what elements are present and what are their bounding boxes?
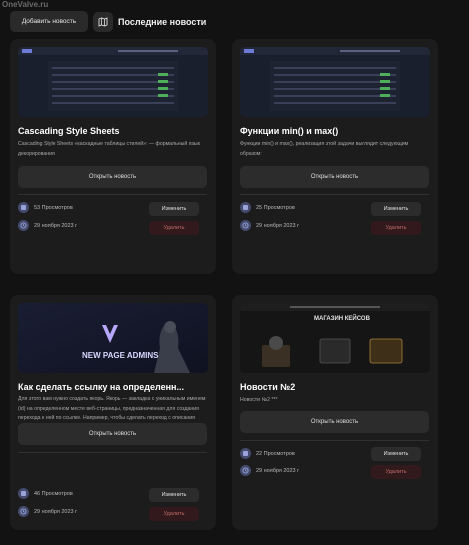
news-date: 29 ноября 2023 г (256, 222, 300, 229)
views-count: 53 Просмотров (34, 204, 73, 211)
clock-icon (18, 220, 29, 231)
divider (18, 452, 207, 453)
delete-button[interactable]: Удалить (371, 465, 421, 479)
news-thumbnail: МАГАЗИН КЕЙСОВ (240, 303, 430, 373)
news-date: 29 ноября 2023 г (256, 467, 300, 474)
news-title: Функции min() и max() (240, 126, 339, 136)
date-stat: 29 ноября 2023 г (18, 220, 77, 231)
add-news-button[interactable]: Добавить новость (10, 11, 88, 32)
delete-button[interactable]: Удалить (149, 507, 199, 521)
news-description: Функции min() и max(), реализация этой з… (240, 141, 409, 157)
open-news-button[interactable]: Открыть новость (240, 411, 429, 433)
date-stat: 29 ноября 2023 г (18, 506, 77, 517)
eye-icon (18, 488, 29, 499)
edit-button[interactable]: Изменить (149, 202, 199, 216)
news-card: МАГАЗИН КЕЙСОВ Новости №2 Новости №2 ***… (232, 295, 438, 530)
eye-icon (240, 202, 251, 213)
top-toolbar: Добавить новость Последние новости (10, 11, 206, 32)
news-description: Новости №2 *** (240, 397, 278, 403)
views-stat: 53 Просмотров (18, 202, 73, 213)
views-count: 22 Просмотров (256, 450, 295, 457)
open-news-button[interactable]: Открыть новость (240, 166, 429, 188)
date-stat: 29 ноября 2023 г (240, 220, 299, 231)
views-count: 25 Просмотров (256, 204, 295, 211)
news-date: 29 ноября 2023 г (34, 508, 78, 515)
divider (240, 194, 429, 195)
map-icon (98, 16, 108, 27)
edit-button[interactable]: Изменить (149, 488, 199, 502)
views-stat: 46 Просмотров (18, 488, 73, 499)
views-stat: 25 Просмотров (240, 202, 295, 213)
section-title: Последние новости (118, 16, 207, 27)
news-thumbnail (18, 47, 208, 117)
views-count: 46 Просмотров (34, 490, 73, 497)
news-title: Новости №2 (240, 382, 296, 392)
edit-button[interactable]: Изменить (371, 447, 421, 461)
divider (240, 440, 429, 441)
news-thumbnail (240, 47, 430, 117)
open-news-button[interactable]: Открыть новость (18, 166, 207, 188)
news-card: Cascading Style Sheets Cascading Style S… (10, 39, 216, 274)
delete-button[interactable]: Удалить (371, 221, 421, 235)
news-description: Cascading Style Sheets «каскадные таблиц… (18, 141, 200, 157)
news-card: NEW PAGE ADMINS Как сделать ссылку на оп… (10, 295, 216, 530)
open-news-button[interactable]: Открыть новость (18, 423, 207, 445)
news-title: Как сделать ссылку на определенн... (18, 382, 184, 392)
watermark: OneValve.ru (2, 0, 49, 9)
news-thumbnail: NEW PAGE ADMINS (18, 303, 208, 373)
clock-icon (18, 506, 29, 517)
news-title: Cascading Style Sheets (18, 126, 120, 136)
edit-button[interactable]: Изменить (371, 202, 421, 216)
delete-button[interactable]: Удалить (149, 221, 199, 235)
eye-icon (240, 448, 251, 459)
thumbnail-banner-text: NEW PAGE ADMINS (82, 351, 159, 360)
clock-icon (240, 220, 251, 231)
eye-icon (18, 202, 29, 213)
news-card: Функции min() и max() Функции min() и ma… (232, 39, 438, 274)
map-button[interactable] (93, 11, 113, 32)
news-date: 29 ноября 2023 г (34, 222, 78, 229)
views-stat: 22 Просмотров (240, 448, 295, 459)
clock-icon (240, 465, 251, 476)
thumbnail-banner-text: МАГАЗИН КЕЙСОВ (314, 316, 370, 322)
date-stat: 29 ноября 2023 г (240, 465, 299, 476)
divider (18, 194, 207, 195)
